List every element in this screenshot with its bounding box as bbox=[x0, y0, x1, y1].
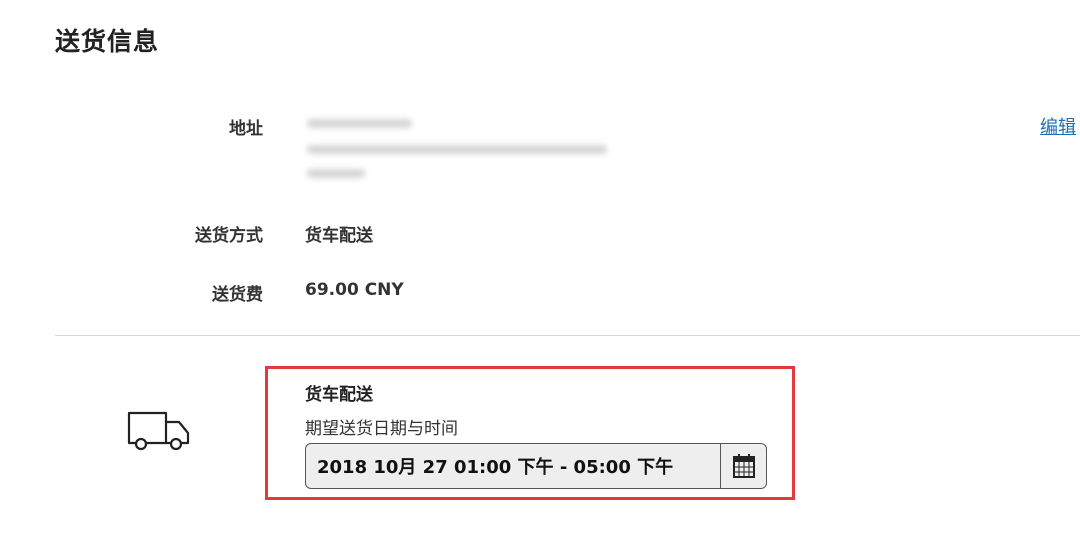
delivery-datetime-value[interactable]: 2018 10月 27 01:00 下午 - 05:00 下午 bbox=[306, 444, 720, 488]
section-divider bbox=[55, 335, 1080, 336]
address-value-blurred bbox=[305, 113, 615, 185]
calendar-icon bbox=[732, 454, 755, 478]
delivery-method-label: 送货方式 bbox=[195, 226, 263, 246]
delivery-date-label: 期望送货日期与时间 bbox=[305, 419, 458, 439]
page-title: 送货信息 bbox=[55, 27, 160, 56]
delivery-method-value: 货车配送 bbox=[305, 226, 373, 246]
edit-address-link[interactable]: 编辑 bbox=[1040, 113, 1076, 139]
schedule-title: 货车配送 bbox=[305, 385, 373, 405]
truck-icon bbox=[127, 411, 190, 451]
address-label: 地址 bbox=[229, 119, 263, 139]
delivery-datetime-field[interactable]: 2018 10月 27 01:00 下午 - 05:00 下午 bbox=[305, 443, 767, 489]
calendar-button[interactable] bbox=[720, 444, 766, 488]
delivery-fee-label: 送货费 bbox=[212, 285, 263, 305]
delivery-fee-value: 69.00 CNY bbox=[305, 280, 404, 300]
